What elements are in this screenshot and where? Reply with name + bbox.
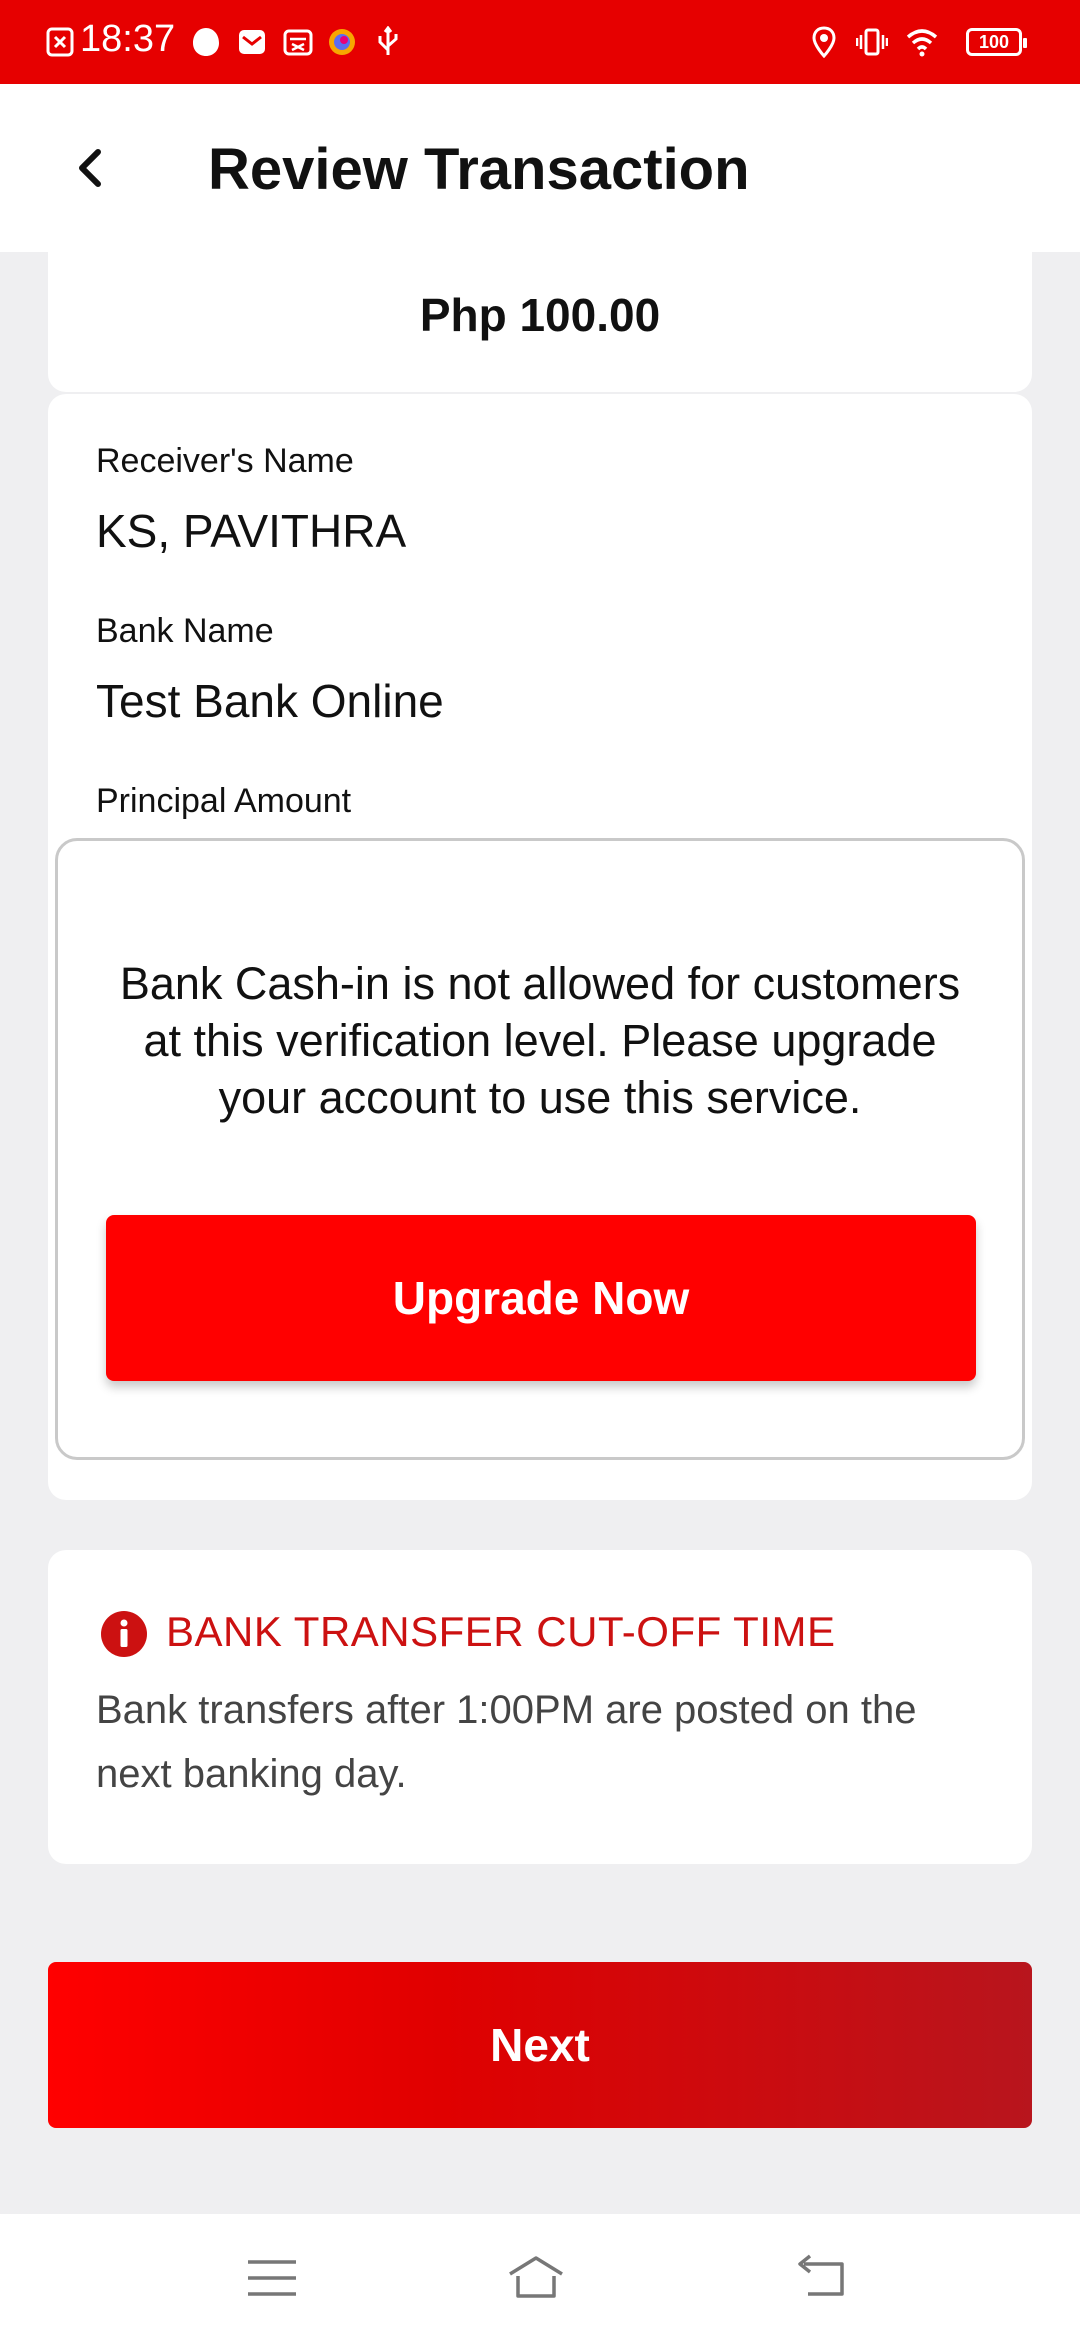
menu-icon[interactable] [242,2250,302,2306]
principal-amount-label: Principal Amount [96,782,352,820]
bank-name-label: Bank Name [96,612,274,650]
vibrate-icon [856,28,888,56]
receiver-name-label: Receiver's Name [96,442,354,480]
next-button[interactable]: Next [48,1962,1032,2128]
system-nav-bar [0,2214,1080,2340]
status-time: 18:37 [80,18,176,60]
screenshot-icon [46,27,74,57]
amount-card: Php 100.00 [48,252,1032,392]
receiver-name-value: KS, PAVITHRA [96,505,407,557]
app-icon [193,28,219,56]
home-icon[interactable] [506,2250,566,2306]
app-header: Review Transaction [0,84,1080,252]
transaction-amount: Php 100.00 [419,289,661,341]
info-icon [101,1611,147,1657]
usb-icon [378,26,398,55]
wifi-icon [906,29,938,57]
dialog-message: Bank Cash-in is not allowed for customer… [119,958,961,1123]
cutoff-text: Bank transfers after 1:00PM are posted o… [96,1688,917,1796]
status-bar: 18:37 100 [0,0,1080,84]
calendar-icon [283,29,313,56]
upgrade-dialog: Bank Cash-in is not allowed for customer… [55,838,1025,1460]
upgrade-now-button[interactable]: Upgrade Now [106,1215,976,1381]
bank-name-value: Test Bank Online [96,675,444,727]
chevron-left-icon[interactable] [60,134,120,202]
back-nav-icon[interactable] [794,2250,854,2306]
browser-icon [329,29,355,55]
location-icon [812,26,836,58]
cutoff-info-card: BANK TRANSFER CUT-OFF TIME Bank transfer… [48,1550,1032,1864]
cutoff-title: BANK TRANSFER CUT-OFF TIME [166,1608,836,1655]
mail-icon [239,30,265,54]
battery-icon: 100 [966,28,1027,56]
page-title: Review Transaction [208,137,750,202]
